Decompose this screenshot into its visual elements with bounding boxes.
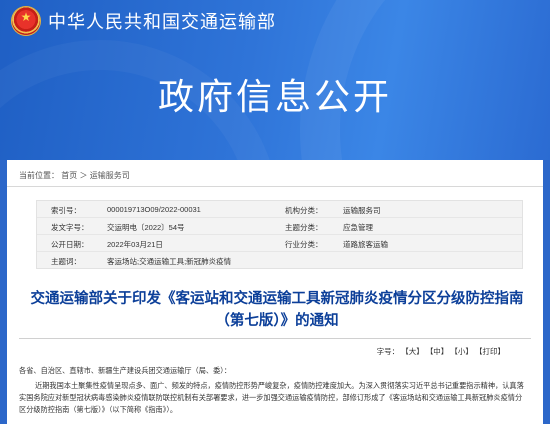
header-banner: ★ 中华人民共和国交通运输部 政府信息公开 (0, 0, 550, 160)
breadcrumb-separator: ＞ (79, 171, 88, 180)
meta-key: 行业分类： (285, 240, 323, 249)
meta-key: 发文字号： (51, 223, 89, 232)
meta-key: 主题词： (51, 257, 81, 266)
meta-value: 000019713O09/2022-00031 (107, 205, 201, 214)
body-paragraph: 近期我国本土聚集性疫情呈现点多、面广、频发的特点，疫情防控形势严峻复杂，疫情防控… (19, 381, 524, 414)
font-small-button[interactable]: 【小】 (450, 347, 473, 356)
content-panel: 当前位置： 首页 ＞ 运输服务司 索引号： 000019713O09/2022-… (7, 160, 543, 424)
breadcrumb: 当前位置： 首页 ＞ 运输服务司 (19, 170, 130, 181)
meta-key: 公开日期： (51, 240, 89, 249)
font-size-label: 字号： (376, 347, 400, 356)
divider (19, 338, 531, 339)
meta-key: 机构分类： (285, 206, 323, 215)
document-metadata-table: 索引号： 000019713O09/2022-00031 机构分类： 运输服务司… (36, 200, 523, 269)
font-medium-button[interactable]: 【中】 (426, 347, 449, 356)
meta-row: 主题词： 客运场站;交通运输工具;新冠肺炎疫情 (37, 252, 522, 268)
meta-value: 交运明电〔2022〕54号 (107, 223, 185, 232)
meta-value: 道路旅客运输 (343, 240, 388, 249)
font-large-button[interactable]: 【大】 (401, 347, 424, 356)
salutation: 各省、自治区、直辖市、新疆生产建设兵团交通运输厅（局、委）： (19, 366, 232, 375)
divider (7, 186, 543, 187)
meta-value: 应急管理 (343, 223, 373, 232)
meta-value: 2022年03月21日 (107, 240, 163, 249)
font-size-controls: 字号： 【大】 【中】 【小】 【打印】 (377, 346, 505, 357)
ministry-name[interactable]: 中华人民共和国交通运输部 (48, 8, 276, 34)
breadcrumb-current-link[interactable]: 运输服务司 (90, 171, 130, 180)
meta-row: 发文字号： 交运明电〔2022〕54号 主题分类： 应急管理 (37, 218, 522, 235)
document-body: 各省、自治区、直辖市、新疆生产建设兵团交通运输厅（局、委）： 近期我国本土聚集性… (19, 365, 529, 416)
meta-row: 索引号： 000019713O09/2022-00031 机构分类： 运输服务司 (37, 201, 522, 218)
breadcrumb-home-link[interactable]: 首页 (61, 171, 77, 180)
meta-key: 索引号： (51, 206, 81, 215)
document-title: 交通运输部关于印发《客运站和交通运输工具新冠肺炎疫情分区分级防控指南（第七版）》… (30, 291, 524, 329)
meta-value: 客运场站;交通运输工具;新冠肺炎疫情 (107, 257, 232, 266)
meta-key: 主题分类： (285, 223, 323, 232)
meta-row: 公开日期： 2022年03月21日 行业分类： 道路旅客运输 (37, 235, 522, 252)
section-title: 政府信息公开 (157, 76, 392, 117)
meta-value: 运输服务司 (343, 206, 381, 215)
breadcrumb-label: 当前位置： (19, 171, 59, 180)
national-emblem-icon[interactable]: ★ (12, 7, 40, 35)
print-button[interactable]: 【打印】 (475, 347, 505, 356)
